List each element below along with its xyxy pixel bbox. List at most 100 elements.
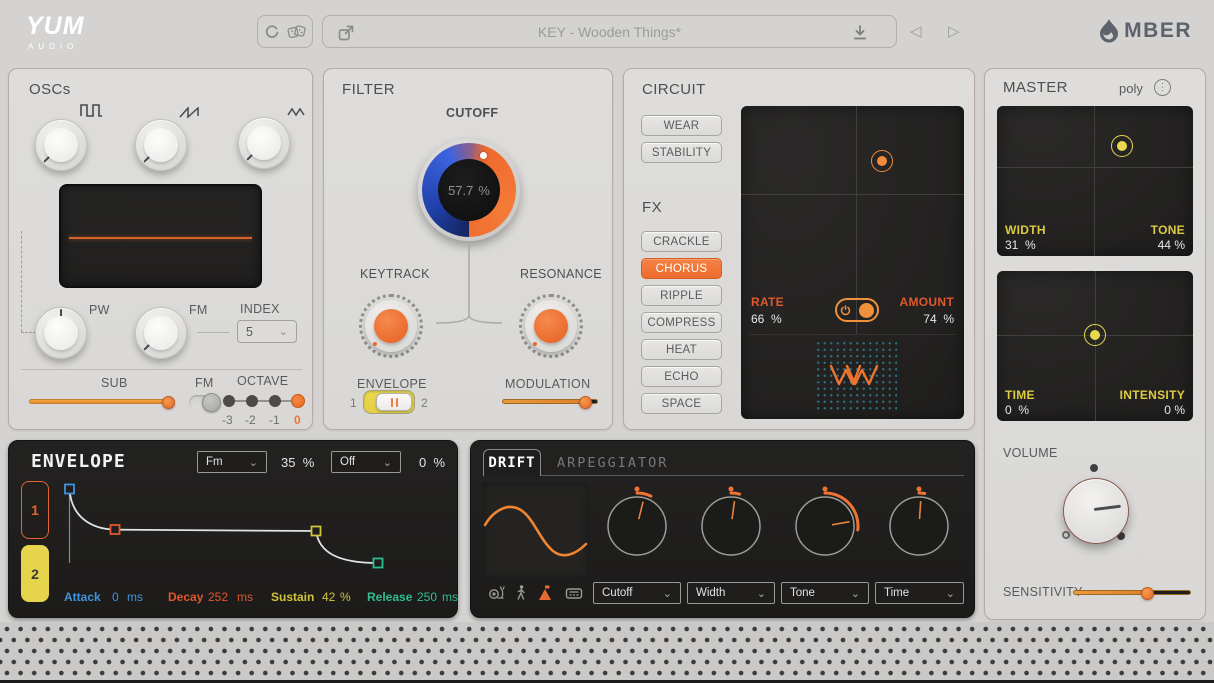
- options-menu-icon[interactable]: ⋮: [1154, 79, 1171, 96]
- pw-knob[interactable]: [35, 307, 87, 359]
- modulation-slider[interactable]: [502, 399, 598, 404]
- octave-dot-0-selected[interactable]: [291, 394, 305, 408]
- undo-icon[interactable]: [264, 24, 280, 40]
- fx-dot-grid: [813, 338, 897, 412]
- drift-knob-1[interactable]: [597, 486, 677, 566]
- drift-target-dropdown-3[interactable]: Tone⌄: [781, 582, 869, 604]
- triangle-wave-icon: [287, 106, 305, 118]
- mountain-flag-icon[interactable]: [537, 585, 555, 601]
- decay-value[interactable]: 252: [208, 590, 228, 604]
- drift-panel: DRIFT ARPEGGIATOR: [470, 440, 975, 618]
- fx-button-chorus-selected[interactable]: CHORUS: [641, 258, 722, 279]
- mod-routing-line: [21, 332, 36, 333]
- prev-preset-button[interactable]: ◁: [910, 22, 922, 40]
- osc1-knob[interactable]: [35, 119, 87, 171]
- tone-value: 44 %: [1158, 238, 1185, 252]
- tab-underline: [541, 475, 964, 476]
- fm-index-link-line: [197, 332, 229, 333]
- volume-knob[interactable]: [1063, 478, 1129, 544]
- intensity-label: INTENSITY: [1120, 388, 1185, 402]
- fx-button-compress[interactable]: COMPRESS: [641, 312, 722, 333]
- envelope-switch[interactable]: [363, 390, 415, 414]
- circuit-pad-dot[interactable]: [871, 150, 893, 172]
- envelope-option-2[interactable]: 2: [421, 396, 428, 410]
- osc3-knob[interactable]: [238, 117, 290, 169]
- release-value[interactable]: 250: [417, 590, 437, 604]
- attack-handle: [65, 485, 74, 494]
- octave-dot--1[interactable]: [269, 395, 281, 407]
- fm-toggle[interactable]: [189, 395, 220, 410]
- drift-target-dropdown-4[interactable]: Time⌄: [875, 582, 964, 604]
- octave-option-selected[interactable]: 0: [294, 413, 301, 427]
- snail-icon[interactable]: [487, 586, 505, 600]
- sensitivity-slider-handle[interactable]: [1141, 587, 1154, 600]
- tab-drift-active[interactable]: DRIFT: [483, 449, 541, 476]
- preset-name[interactable]: KEY - Wooden Things*: [538, 24, 681, 40]
- preset-bar[interactable]: KEY - Wooden Things*: [322, 15, 897, 48]
- modulation-slider-handle[interactable]: [579, 396, 592, 409]
- voice-mode-label[interactable]: poly: [1119, 81, 1143, 96]
- amber-logo-text: MBER: [1124, 19, 1192, 43]
- drift-knob-3[interactable]: [785, 486, 865, 566]
- sustain-value[interactable]: 42: [322, 590, 335, 604]
- octave-option[interactable]: -1: [269, 413, 280, 427]
- osc-waveform-display[interactable]: [59, 184, 262, 288]
- power-icon: [840, 305, 851, 316]
- release-unit: ms: [442, 590, 458, 604]
- wear-button[interactable]: WEAR: [641, 115, 722, 136]
- octave-dot--3[interactable]: [223, 395, 235, 407]
- time-value: 0 %: [1005, 403, 1029, 417]
- octave-option[interactable]: -2: [245, 413, 256, 427]
- drift-target-dropdown-2[interactable]: Width⌄: [687, 582, 775, 604]
- resonance-knob[interactable]: [519, 294, 583, 358]
- filter-envelope-label: ENVELOPE: [357, 377, 427, 391]
- volume-mark-top: [1090, 464, 1098, 472]
- oscs-panel: OSCs PW FM INDEX 5 ⌄ SUB: [8, 68, 313, 430]
- fx-button-space[interactable]: SPACE: [641, 393, 722, 414]
- time-intensity-pad-dot[interactable]: [1084, 324, 1106, 346]
- decay-unit: ms: [237, 590, 253, 604]
- fx-button-ripple[interactable]: RIPPLE: [641, 285, 722, 306]
- circuit-xy-pad[interactable]: RATE 66 % AMOUNT 74 %: [741, 106, 964, 419]
- index-dropdown[interactable]: 5 ⌄: [237, 320, 297, 343]
- randomize-dice-icon[interactable]: [287, 23, 306, 41]
- speaker-grille: [0, 622, 1214, 680]
- export-preset-icon[interactable]: [337, 24, 355, 42]
- stability-button[interactable]: STABILITY: [641, 142, 722, 163]
- drift-wave-display[interactable]: [483, 483, 588, 579]
- next-preset-button[interactable]: ▷: [948, 22, 960, 40]
- fm-knob[interactable]: [135, 307, 187, 359]
- saw-wave-icon: [179, 107, 200, 119]
- save-preset-icon[interactable]: [852, 24, 868, 41]
- fx-button-heat[interactable]: HEAT: [641, 339, 722, 360]
- envelope-option-1[interactable]: 1: [350, 396, 357, 410]
- envelope-switch-handle[interactable]: [376, 393, 412, 411]
- width-tone-pad-dot[interactable]: [1111, 135, 1133, 157]
- sub-label: SUB: [101, 376, 128, 390]
- fx-button-crackle[interactable]: CRACKLE: [641, 231, 722, 252]
- master-panel: MASTER poly ⋮ WIDTH 31 % TONE 44 % TIME …: [984, 68, 1206, 620]
- osc2-knob[interactable]: [135, 119, 187, 171]
- octave-dot--2[interactable]: [246, 395, 258, 407]
- fx-power-toggle[interactable]: [835, 298, 879, 322]
- width-tone-pad[interactable]: WIDTH 31 % TONE 44 %: [997, 106, 1193, 256]
- pw-label: PW: [89, 303, 110, 317]
- sub-slider[interactable]: [29, 399, 170, 404]
- drift-target-dropdown-1[interactable]: Cutoff⌄: [593, 582, 681, 604]
- pulse-wave-icon: [80, 103, 103, 119]
- sub-slider-handle[interactable]: [162, 396, 175, 409]
- vehicle-icon[interactable]: [565, 587, 583, 600]
- octave-option[interactable]: -3: [222, 413, 233, 427]
- sensitivity-slider[interactable]: [1073, 590, 1191, 595]
- envelope-panel: ENVELOPE Fm⌄ 35 % Off⌄ 0 % 1 2 Attack 0 …: [8, 440, 458, 618]
- chevron-down-icon: ⌄: [851, 587, 860, 600]
- tab-arpeggiator[interactable]: ARPEGGIATOR: [557, 455, 668, 471]
- attack-value[interactable]: 0: [112, 590, 119, 604]
- walking-person-icon[interactable]: [515, 585, 527, 601]
- fm-toggle-handle[interactable]: [202, 393, 221, 412]
- time-intensity-pad[interactable]: TIME 0 % INTENSITY 0 %: [997, 271, 1193, 421]
- drift-knob-4[interactable]: [879, 486, 959, 566]
- keytrack-knob[interactable]: [359, 294, 423, 358]
- fx-button-echo[interactable]: ECHO: [641, 366, 722, 387]
- drift-knob-2[interactable]: [691, 486, 771, 566]
